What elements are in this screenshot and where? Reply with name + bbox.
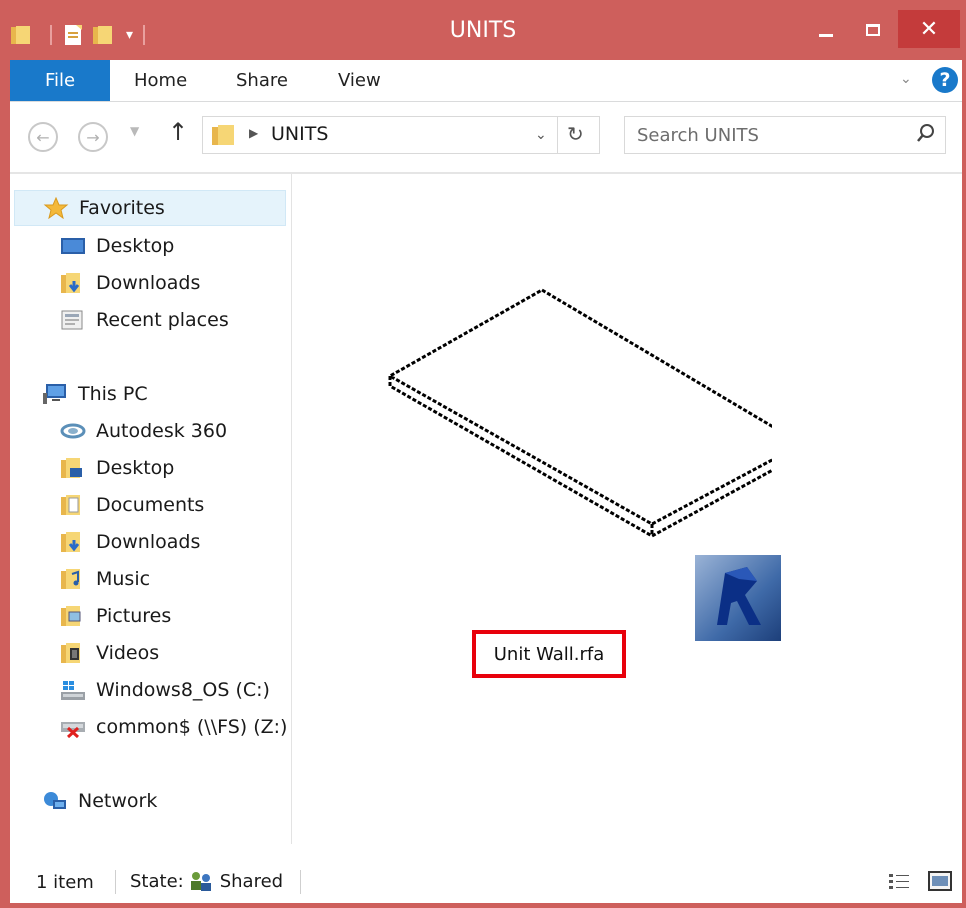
maximize-button[interactable] — [852, 10, 894, 50]
nav-fav-recent-places[interactable]: Recent places — [60, 302, 229, 338]
nav-label: Videos — [96, 642, 160, 664]
nav-label: common$ (\\FS) (Z:) — [96, 716, 288, 738]
back-button[interactable]: ← — [28, 122, 58, 152]
breadcrumb-arrow-icon[interactable]: ▶ — [249, 126, 258, 140]
folder-icon — [212, 125, 234, 145]
ribbon-tabs: File Home Share View ⌄ ? — [10, 60, 962, 102]
nav-network[interactable]: Network — [42, 783, 157, 819]
nav-label: Downloads — [96, 272, 201, 294]
nav-fav-desktop[interactable]: Desktop — [60, 228, 174, 264]
explorer-window: ▾ UNITS ✕ File Home Share View ⌄ ? ← → ▼… — [0, 0, 966, 908]
minimize-icon — [819, 33, 833, 37]
breadcrumb[interactable]: UNITS — [271, 123, 328, 145]
window-client: File Home Share View ⌄ ? ← → ▼ ↑ ▶ UNITS… — [10, 60, 962, 903]
tab-home[interactable]: Home — [134, 60, 187, 101]
documents-folder-icon — [61, 495, 80, 515]
nav-documents[interactable]: Documents — [60, 487, 204, 523]
tab-file[interactable]: File — [10, 60, 110, 101]
tab-view[interactable]: View — [338, 60, 381, 101]
nav-label: Pictures — [96, 605, 172, 627]
nav-network-drive-z[interactable]: common$ (\\FS) (Z:) — [60, 709, 287, 745]
nav-label: Downloads — [96, 531, 201, 553]
nav-label: Windows8_OS (C:) — [96, 679, 270, 701]
nav-label: This PC — [78, 383, 148, 405]
details-view-icon[interactable] — [888, 872, 910, 892]
address-separator — [557, 117, 558, 153]
state-value: Shared — [219, 870, 284, 892]
windows-drive-icon — [61, 681, 85, 700]
nav-label: Desktop — [96, 235, 175, 257]
address-row: ← → ▼ ↑ ▶ UNITS ⌄ ↻ — [10, 102, 962, 170]
title-bar[interactable]: ▾ UNITS ✕ — [0, 0, 966, 60]
nav-label: Autodesk 360 — [96, 420, 228, 442]
nav-fav-downloads[interactable]: Downloads — [60, 265, 200, 301]
chevron-down-icon[interactable]: ⌄ — [535, 127, 547, 143]
nav-label: Network — [78, 790, 158, 812]
forward-button[interactable]: → — [78, 122, 108, 152]
minimize-button[interactable] — [805, 10, 847, 50]
nav-label: Favorites — [79, 197, 165, 219]
search-icon[interactable] — [915, 122, 937, 146]
nav-downloads[interactable]: Downloads — [60, 524, 200, 560]
downloads-folder-icon — [61, 273, 80, 293]
nav-desktop[interactable]: Desktop — [60, 450, 174, 486]
large-icons-view-icon[interactable] — [928, 870, 952, 892]
nav-favorites[interactable]: Favorites — [14, 190, 286, 226]
nav-this-pc[interactable]: This PC — [42, 376, 148, 412]
nav-label: Desktop — [96, 457, 175, 479]
nav-label: Documents — [96, 494, 205, 516]
search-box[interactable] — [624, 116, 946, 154]
videos-folder-icon — [61, 643, 80, 663]
up-button[interactable]: ↑ — [168, 118, 188, 146]
refresh-icon[interactable]: ↻ — [567, 122, 584, 146]
close-button[interactable]: ✕ — [898, 10, 960, 48]
nav-label: Recent places — [96, 309, 229, 331]
nav-pictures[interactable]: Pictures — [60, 598, 171, 634]
status-separator — [300, 870, 301, 894]
status-separator — [115, 870, 116, 894]
nav-music[interactable]: Music — [60, 561, 150, 597]
state-label: State: — [130, 870, 184, 892]
desktop-icon — [61, 238, 85, 254]
recent-places-icon — [61, 310, 83, 330]
computer-icon — [43, 384, 66, 404]
state-indicator: State: Shared — [130, 870, 283, 892]
desktop-folder-icon — [61, 458, 82, 478]
nav-label: Music — [96, 568, 151, 590]
tab-share[interactable]: Share — [236, 60, 288, 101]
help-icon[interactable]: ? — [932, 67, 958, 93]
nav-drive-c[interactable]: Windows8_OS (C:) — [60, 672, 270, 708]
item-count: 1 item — [36, 872, 94, 893]
file-list[interactable]: Unit Wall.rfa — [292, 174, 962, 844]
status-bar: 1 item State: Shared — [10, 844, 962, 903]
expand-ribbon-icon[interactable]: ⌄ — [900, 71, 912, 87]
navigation-pane: Favorites Desktop Downloads Recent place… — [10, 174, 292, 844]
network-icon — [44, 792, 66, 809]
nav-autodesk-360[interactable]: Autodesk 360 — [60, 413, 227, 449]
disconnected-drive-icon — [61, 722, 85, 738]
shared-users-icon — [190, 872, 211, 891]
nav-videos[interactable]: Videos — [60, 635, 159, 671]
file-thumbnail[interactable] — [342, 284, 772, 554]
pictures-folder-icon — [61, 606, 81, 626]
star-icon — [43, 197, 69, 219]
downloads-folder-icon — [61, 532, 80, 552]
file-name-label[interactable]: Unit Wall.rfa — [472, 630, 626, 678]
search-input[interactable] — [637, 121, 897, 149]
recent-locations-icon[interactable]: ▼ — [130, 124, 139, 138]
revit-family-icon[interactable] — [695, 555, 781, 641]
maximize-icon — [866, 24, 880, 36]
autodesk-360-icon — [60, 423, 86, 439]
address-bar[interactable]: ▶ UNITS ⌄ ↻ — [202, 116, 600, 154]
music-folder-icon — [61, 569, 80, 589]
